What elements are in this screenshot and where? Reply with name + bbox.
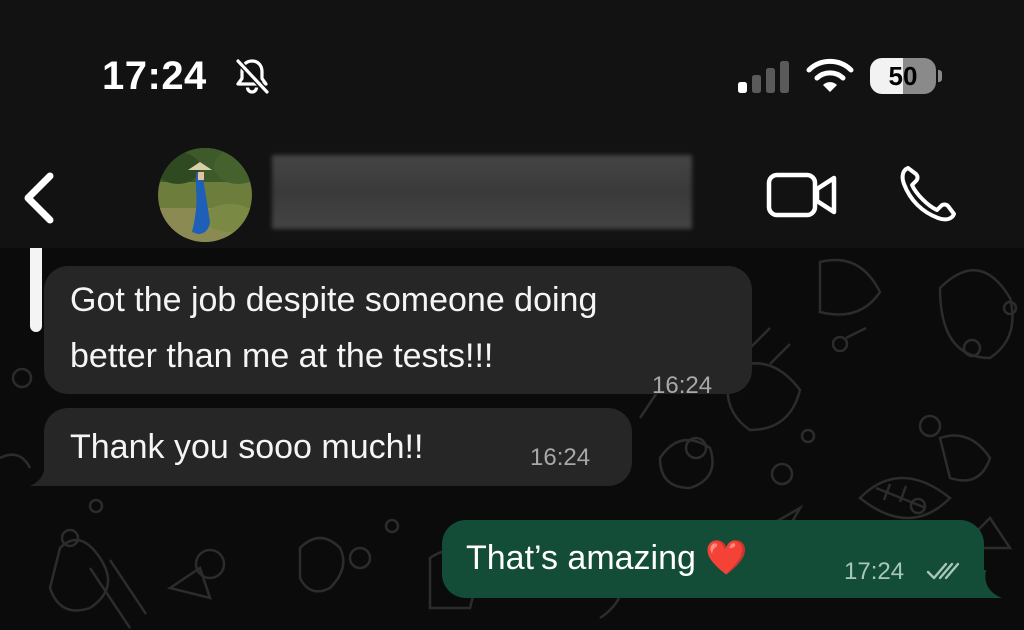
double-check-icon [926,562,960,580]
chevron-left-icon[interactable] [20,170,60,226]
reply-indicator-bar [30,248,42,332]
battery-tip [938,70,942,82]
chat-header [0,140,1024,248]
message-timestamp: 16:24 [530,444,591,471]
conversation[interactable]: Got the job despite someone doing better… [0,248,1024,630]
message-timestamp: 16:24 [652,372,713,399]
bell-slash-icon [235,58,270,95]
status-bar: 17:24 50 [0,0,1024,140]
incoming-message-bubble[interactable]: Thank you sooo much!! 16:24 [44,408,632,486]
incoming-message-bubble[interactable]: Got the job despite someone doing better… [44,266,752,399]
video-call-icon[interactable] [766,170,838,220]
phone-icon[interactable] [898,164,958,224]
message-text-line: better than me at the tests!!! [70,337,494,375]
wifi-icon [806,58,854,92]
message-text-line: Got the job despite someone doing [70,281,598,319]
avatar[interactable] [158,148,252,242]
battery-icon: 50 [870,58,936,94]
message-text: Thank you sooo much!! [70,428,424,466]
cellular-signal-icon [738,61,789,93]
contact-name-redacted[interactable] [272,155,692,229]
battery-level: 50 [888,61,918,91]
message-text: That’s amazing ❤️ [466,539,748,577]
status-time: 17:24 [102,54,207,98]
outgoing-message-bubble[interactable]: That’s amazing ❤️ 17:24 [442,520,984,598]
message-timestamp: 17:24 [844,558,905,585]
